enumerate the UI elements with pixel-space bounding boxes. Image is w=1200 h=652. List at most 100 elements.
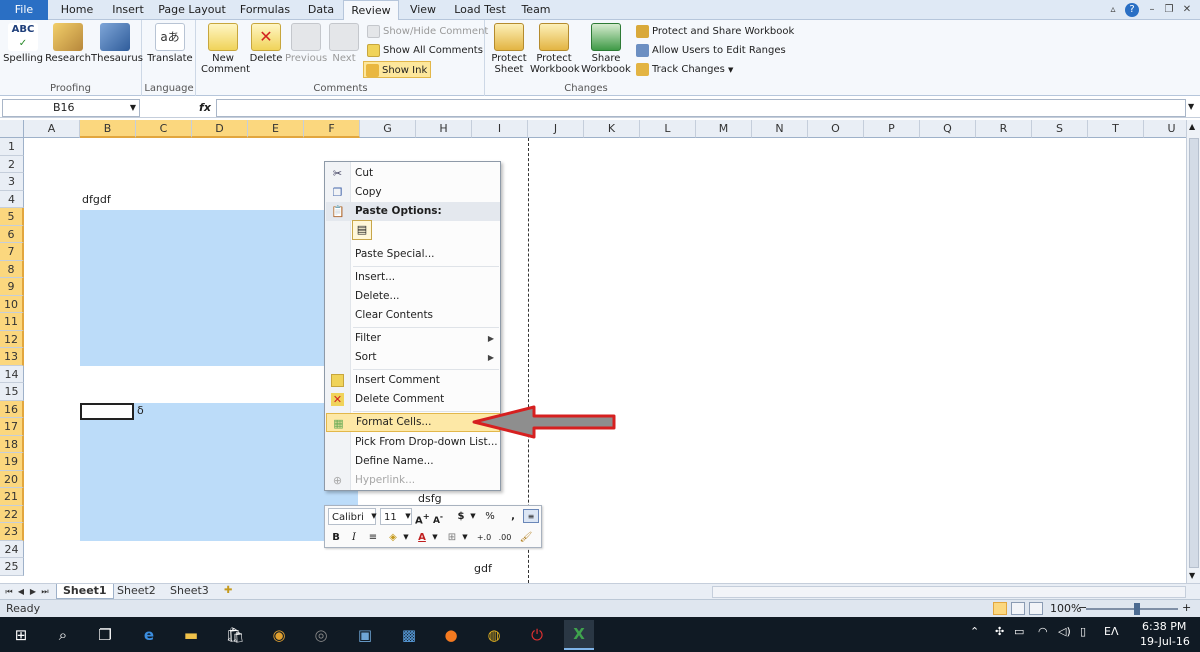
decrease-font-icon[interactable]: A- (431, 508, 445, 526)
row-header[interactable]: 5 (0, 208, 24, 226)
column-header[interactable]: S (1032, 120, 1088, 138)
horizontal-scrollbar[interactable] (712, 586, 1186, 598)
menu-item-cut[interactable]: ✂ Cut (326, 164, 500, 183)
column-header[interactable]: F (304, 120, 360, 138)
paste-option-icon[interactable]: ▤ (352, 220, 372, 240)
scroll-up-icon[interactable]: ▲ (1189, 122, 1195, 131)
worksheet-grid[interactable]: ABCDEFGHIJKLMNOPQRSTU 1 2 3 4 5 6 7 8 9 10 11 12 13 1… (0, 120, 1186, 583)
wifi-icon[interactable]: ◠ (1038, 625, 1048, 638)
row-header[interactable]: 10 (0, 295, 24, 313)
edge-browser-icon[interactable]: e (134, 620, 164, 650)
tab-page-layout[interactable]: Page Layout (157, 0, 227, 20)
menu-item-delete[interactable]: Delete... (326, 287, 500, 306)
clock-date[interactable]: 19-Jul-16 (1140, 635, 1190, 648)
bold-button[interactable]: B (330, 529, 342, 546)
row-header[interactable]: 6 (0, 225, 24, 243)
row-header[interactable]: 20 (0, 470, 24, 488)
tab-team[interactable]: Team (515, 0, 557, 20)
column-header[interactable]: Q (920, 120, 976, 138)
menu-item-insert-comment[interactable]: Insert Comment (326, 371, 500, 390)
column-header[interactable]: J (528, 120, 584, 138)
app-icon-2[interactable]: ◎ (306, 620, 336, 650)
expand-formula-bar-icon[interactable]: ▼ (1188, 102, 1194, 111)
row-header[interactable]: 25 (0, 558, 24, 576)
currency-button[interactable]: $ (455, 508, 467, 525)
cell-b4[interactable]: dfgdf (82, 193, 111, 207)
column-header[interactable]: K (584, 120, 640, 138)
column-header[interactable]: D (192, 120, 248, 138)
percent-button[interactable]: % (483, 508, 497, 525)
select-all-corner[interactable] (0, 120, 24, 138)
zoom-slider[interactable] (1086, 608, 1178, 610)
delete-comment-button[interactable]: ✕ Delete (247, 23, 285, 64)
sheet-tab-sheet3[interactable]: Sheet3 (164, 584, 215, 599)
column-header[interactable]: N (752, 120, 808, 138)
active-cell[interactable] (80, 403, 134, 420)
search-icon[interactable]: ⌕ (48, 620, 78, 650)
clock-time[interactable]: 6:38 PM (1142, 620, 1186, 633)
row-header[interactable]: 9 (0, 278, 24, 296)
volume-icon[interactable]: ◁) (1058, 625, 1071, 638)
row-header[interactable]: 1 (0, 138, 24, 156)
vertical-scrollbar[interactable]: ▲ ▼ (1186, 120, 1200, 583)
increase-decimal-icon[interactable]: +.0 (475, 529, 493, 546)
protect-share-workbook-button[interactable]: Protect and Share Workbook (634, 23, 794, 40)
app-icon-3[interactable]: ▣ (350, 620, 380, 650)
tray-chevron-icon[interactable]: ⌃ (970, 625, 979, 638)
font-color-dropdown-icon[interactable]: ▼ (431, 529, 439, 546)
align-center-icon[interactable]: ≡ (366, 529, 380, 546)
tab-insert[interactable]: Insert (104, 0, 152, 20)
store-icon[interactable]: 🛍 (220, 620, 250, 650)
input-language[interactable]: EΛ (1104, 625, 1118, 638)
borders-dropdown-icon[interactable]: ▼ (461, 529, 469, 546)
power-app-icon[interactable]: ⏻ (522, 620, 552, 650)
format-painter-icon[interactable]: 🖌 (519, 529, 533, 546)
fill-color-dropdown-icon[interactable]: ▼ (402, 529, 410, 546)
translate-button[interactable]: aあ Translate (146, 23, 194, 64)
notification-icon[interactable]: ▯ (1080, 625, 1086, 638)
tab-view[interactable]: View (403, 0, 443, 20)
comma-button[interactable]: , (507, 508, 519, 525)
normal-view-icon[interactable] (993, 602, 1007, 615)
column-header[interactable]: I (472, 120, 528, 138)
cell-h21[interactable]: dsfg (418, 492, 442, 506)
formula-input[interactable] (216, 99, 1186, 117)
column-header[interactable]: L (640, 120, 696, 138)
tab-data[interactable]: Data (302, 0, 340, 20)
row-header[interactable]: 14 (0, 365, 24, 383)
insert-sheet-icon[interactable]: ✚ (218, 584, 238, 599)
last-sheet-icon[interactable]: ⏭ (40, 585, 50, 599)
firefox-icon[interactable]: ● (436, 620, 466, 650)
column-header[interactable]: R (976, 120, 1032, 138)
fill-color-icon[interactable]: ◈ (386, 529, 400, 546)
chrome-icon[interactable]: ◍ (479, 620, 509, 650)
prev-sheet-icon[interactable]: ◀ (16, 585, 26, 599)
italic-button[interactable]: I (348, 529, 360, 546)
file-explorer-icon[interactable]: ▬ (176, 620, 206, 650)
row-header[interactable]: 8 (0, 260, 24, 278)
font-size-dropdown-icon[interactable]: ▼ (404, 508, 412, 525)
page-break-view-icon[interactable] (1029, 602, 1043, 615)
tab-load-test[interactable]: Load Test (450, 0, 510, 20)
scroll-down-icon[interactable]: ▼ (1189, 571, 1195, 580)
font-name-box[interactable]: Calibri (328, 508, 376, 525)
sheet-tab-sheet2[interactable]: Sheet2 (111, 584, 162, 599)
sheet-tab-sheet1[interactable]: Sheet1 (56, 584, 114, 599)
cell-i25[interactable]: gdf (474, 562, 492, 576)
menu-item-paste-special[interactable]: Paste Special... (326, 245, 500, 264)
help-icon[interactable]: ? (1125, 3, 1139, 17)
column-header[interactable]: T (1088, 120, 1144, 138)
app-icon-4[interactable]: ▩ (394, 620, 424, 650)
selected-range-1[interactable] (80, 210, 358, 366)
column-header[interactable]: C (136, 120, 192, 138)
minimize-ribbon-icon[interactable]: ▵ (1106, 3, 1120, 17)
row-header[interactable]: 23 (0, 523, 24, 541)
row-header[interactable]: 19 (0, 453, 24, 471)
share-workbook-button[interactable]: Share Workbook (580, 23, 632, 75)
new-comment-button[interactable]: New Comment (201, 23, 250, 75)
increase-font-icon[interactable]: A+ (415, 508, 430, 526)
tab-review[interactable]: Review (343, 0, 399, 21)
row-header[interactable]: 13 (0, 348, 24, 366)
tab-formulas[interactable]: Formulas (235, 0, 295, 20)
show-ink-button[interactable]: Show Ink (363, 61, 432, 78)
